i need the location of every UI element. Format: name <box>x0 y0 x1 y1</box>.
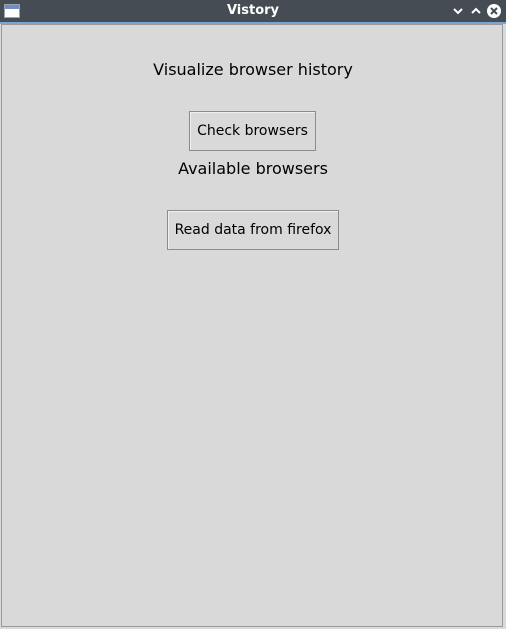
app-window: Vistory Visualize browser history Check … <box>0 0 506 629</box>
minimize-button[interactable] <box>450 3 466 19</box>
read-firefox-button[interactable]: Read data from firefox <box>167 210 339 250</box>
maximize-button[interactable] <box>468 3 484 19</box>
close-icon <box>487 4 501 18</box>
window-title: Vistory <box>226 3 280 18</box>
check-browsers-button[interactable]: Check browsers <box>189 111 316 151</box>
title-bar[interactable]: Vistory <box>0 0 506 24</box>
app-heading: Visualize browser history <box>153 60 353 79</box>
chevron-down-icon <box>453 8 463 15</box>
available-browsers-label: Available browsers <box>178 159 328 178</box>
close-button[interactable] <box>486 3 502 19</box>
chevron-up-icon <box>471 7 481 14</box>
